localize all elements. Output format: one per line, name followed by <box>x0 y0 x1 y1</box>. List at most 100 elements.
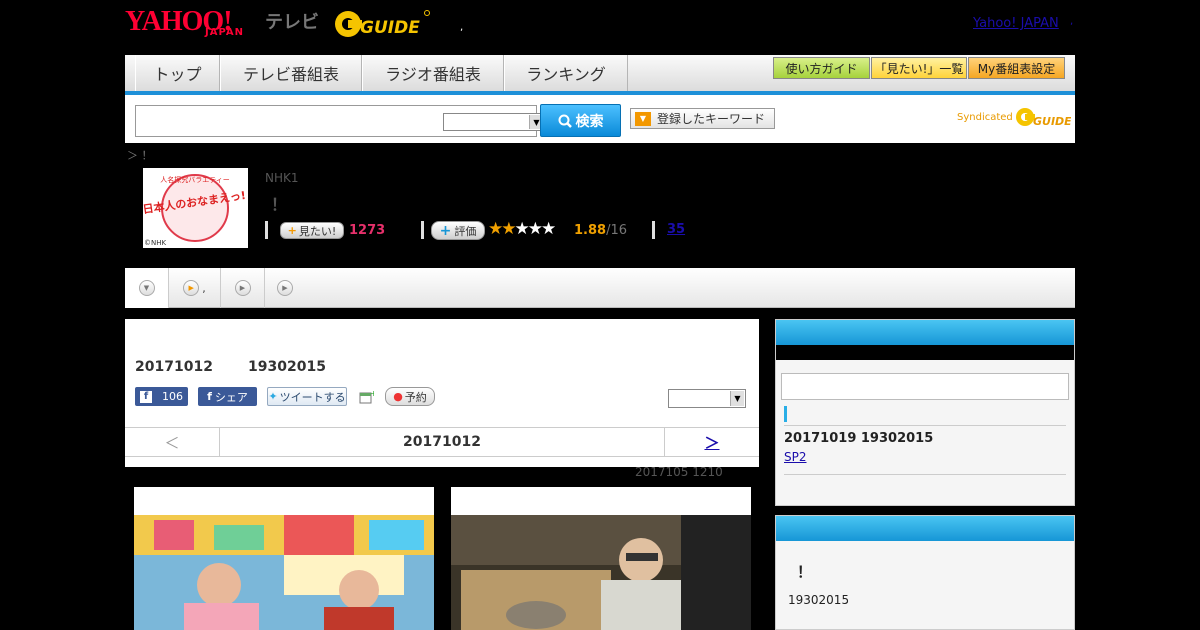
program-title: ！ <box>271 195 288 214</box>
next-date-link[interactable]: ＞ <box>664 428 759 456</box>
search-icon <box>558 114 572 128</box>
next-broadcast-box: 20171019 19302015 SP2 <box>775 319 1075 506</box>
nav-tab-ranking[interactable]: ランキング <box>504 55 628 91</box>
program-image-1[interactable] <box>134 487 434 630</box>
nav-tab-top[interactable]: トップ <box>135 55 220 91</box>
rate-button-label: 評価 <box>454 224 477 238</box>
breadcrumb: ＞ ！ <box>127 149 153 162</box>
play-icon: ▶ <box>234 280 251 296</box>
svg-text:GUIDE: GUIDE <box>360 18 420 38</box>
gguide-logo[interactable]: GUIDE <box>334 8 430 38</box>
pager-current-date: 20171012 <box>403 434 481 450</box>
box-header <box>776 516 1074 541</box>
divider <box>784 425 1066 426</box>
saved-keywords-label: 登録したキーワード <box>657 112 766 126</box>
divider <box>265 221 268 239</box>
tab-second-label: , <box>202 281 206 295</box>
rating-count: /16 <box>606 223 627 238</box>
svg-text:+: + <box>370 389 374 398</box>
mitai-list-button[interactable]: 「見たい!」一覧 <box>871 57 967 79</box>
twitter-bird-icon: ✦ <box>268 390 278 403</box>
tab-second[interactable]: ▶, <box>169 268 221 308</box>
next-broadcast-date: 20171019 19302015 <box>784 431 934 446</box>
cat-photo <box>451 515 751 630</box>
my-schedule-settings-button[interactable]: My番組表設定 <box>968 57 1065 79</box>
studio-photo <box>134 515 434 630</box>
tweet-label: ツイートする <box>279 390 346 404</box>
tweet-button[interactable]: ✦ ツイートする <box>267 387 347 406</box>
section-marker <box>784 406 787 422</box>
program-box: ！ 19302015 <box>775 515 1075 630</box>
thumb-copyright: ©NHK <box>144 239 167 247</box>
broadcast-date: 20171012 <box>135 359 213 375</box>
date-pager: ＜ 20171012 ＞ <box>125 427 759 457</box>
search-bar: ▼ 検索 ▼ 登録したキーワード Syndicated GUIDE <box>125 95 1075 143</box>
header-separator: , <box>460 22 464 33</box>
program-box-time: 19302015 <box>788 593 850 607</box>
facebook-like-button[interactable]: f 106 <box>135 387 188 406</box>
record-icon: ● <box>393 390 403 403</box>
rating-score: 1.88/16 <box>574 223 627 238</box>
mitai-button-label: 見たい! <box>298 224 337 238</box>
plus-icon: + <box>439 222 452 239</box>
yahoo-japan-logo-text: JAPAN <box>205 27 244 38</box>
broadcast-panel: 20171012 19302015 f 106 f シェア ✦ ツイートする +… <box>125 319 759 467</box>
main-nav: トップ テレビ番組表 ラジオ番組表 ランキング 使い方ガイド 「見たい!」一覧 … <box>125 55 1075 95</box>
mitai-count: 1273 <box>349 223 386 238</box>
syndicated-gguide-logo: Syndicated GUIDE <box>957 105 1071 129</box>
tab-program-detail[interactable]: ▼ <box>125 268 169 308</box>
guide-button[interactable]: 使い方ガイド <box>773 57 870 79</box>
rating-value: 1.88 <box>574 223 607 238</box>
divider <box>784 474 1066 475</box>
rate-button[interactable]: + 評価 <box>431 221 485 240</box>
facebook-share-button[interactable]: f シェア <box>198 387 257 406</box>
program-tabs: ▼ ▶, ▶ ▶ <box>125 268 1075 308</box>
review-count-link[interactable]: 35 <box>667 222 685 237</box>
program-thumbnail: 人名探究バラエティー 日本人のおなまえっ! ©NHK <box>142 168 248 248</box>
record-reserve-button[interactable]: ● 予約 <box>385 387 435 406</box>
facebook-icon: f <box>207 390 212 403</box>
search-input[interactable]: ▼ <box>135 105 545 137</box>
star-icon: ★ <box>527 219 543 239</box>
updated-timestamp: 2017105 1210 <box>635 465 723 479</box>
star-half-icon: ★ <box>501 219 516 239</box>
facebook-share-label: シェア <box>214 390 248 404</box>
saved-keywords-button[interactable]: ▼ 登録したキーワード <box>630 108 775 129</box>
next-broadcast-link[interactable]: SP2 <box>784 450 807 464</box>
tab-fourth[interactable]: ▶ <box>265 268 305 308</box>
tab-third[interactable]: ▶ <box>221 268 265 308</box>
search-category-select[interactable]: ▼ <box>443 113 545 131</box>
box-subheader <box>776 345 1074 360</box>
sidebar-field[interactable] <box>781 373 1069 400</box>
program-image-2[interactable] <box>451 487 751 630</box>
dropdown-arrow-icon: ▼ <box>635 111 651 126</box>
program-box-title: ！ <box>797 563 813 581</box>
play-icon: ▶ <box>277 280 293 296</box>
yahoo-japan-link[interactable]: Yahoo! JAPAN <box>973 16 1059 31</box>
play-icon: ▶ <box>183 280 200 296</box>
broadcast-time: 19302015 <box>248 359 326 375</box>
prev-date-button[interactable]: ＜ <box>125 428 220 456</box>
record-reserve-label: 予約 <box>404 390 427 404</box>
broadcast-select[interactable]: ▼ <box>668 389 746 408</box>
mitai-button[interactable]: + 見たい! <box>280 222 344 239</box>
channel-name: NHK1 <box>265 171 299 185</box>
star-icon: ★ <box>514 219 530 239</box>
calendar-add-icon[interactable]: + <box>357 387 374 406</box>
rating-stars: ★★★★★ <box>488 219 556 239</box>
search-button[interactable]: 検索 <box>540 104 621 137</box>
chevron-down-icon: ▼ <box>730 391 744 406</box>
syndicated-label: Syndicated <box>957 111 1013 123</box>
facebook-icon: f <box>140 390 152 403</box>
star-icon: ★ <box>541 219 556 239</box>
nav-tab-tv-schedule[interactable]: テレビ番組表 <box>220 55 362 91</box>
search-button-label: 検索 <box>575 113 604 130</box>
chevron-down-icon: ▼ <box>138 280 155 296</box>
divider <box>652 221 655 239</box>
box-header <box>776 320 1074 345</box>
star-icon: ★ <box>488 219 503 239</box>
divider <box>421 221 424 239</box>
facebook-like-count: 106 <box>162 390 183 403</box>
nav-tab-radio-schedule[interactable]: ラジオ番組表 <box>362 55 504 91</box>
thumb-tag-text: 人名探究バラエティー <box>160 175 230 184</box>
